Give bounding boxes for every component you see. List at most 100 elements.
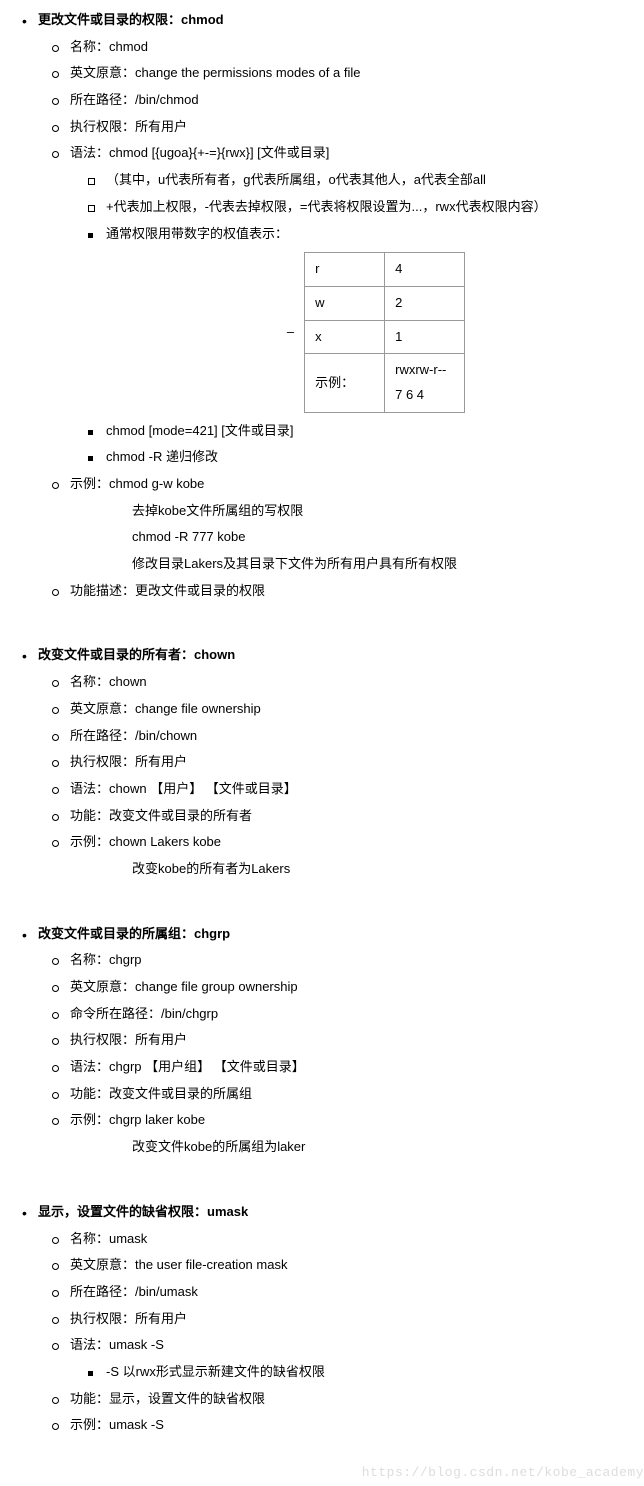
square-list: -S 以rwx形式显示新建文件的缺省权限: [70, 1360, 626, 1385]
detail-item: 所在路径：/bin/umask: [38, 1280, 626, 1305]
detail-item: 示例：chown Lakers kobe改变kobe的所有者为Lakers: [38, 830, 626, 881]
table-cell: 4: [385, 253, 465, 287]
detail-text: 示例：chown Lakers kobe: [70, 834, 221, 849]
title-prefix: 改变文件或目录的所有者：: [38, 647, 194, 662]
detail-text: 英文原意：change file group ownership: [70, 979, 298, 994]
detail-item: 示例：umask -S: [38, 1413, 626, 1438]
square-text: chmod -R 递归修改: [106, 449, 218, 464]
detail-text: 功能：改变文件或目录的所属组: [70, 1086, 252, 1101]
sub-line: 改变文件kobe的所属组为laker: [70, 1135, 626, 1160]
dash-icon: –: [287, 320, 294, 345]
square-item: chmod [mode=421] [文件或目录]: [70, 419, 626, 444]
section-title: 更改文件或目录的权限：chmod: [38, 8, 626, 33]
section: 改变文件或目录的所有者：chown 名称：chown 英文原意：change fil…: [18, 643, 626, 881]
title-command: chgrp: [194, 926, 230, 941]
detail-text: 语法：chmod [{ugoa}{+-=}{rwx}] [文件或目录]: [70, 145, 329, 160]
command-list: 更改文件或目录的权限：chmod 名称：chmod 英文原意：change the …: [18, 8, 626, 1438]
table-cell: r: [305, 253, 385, 287]
table-row: r4: [305, 253, 465, 287]
detail-item: 名称：umask: [38, 1227, 626, 1252]
table-cell: 示例：: [305, 354, 385, 412]
detail-text: 名称：chown: [70, 674, 147, 689]
sub-item: （其中，u代表所有者，g代表所属组，o代表其他人，a代表全部all: [70, 168, 626, 193]
watermark-text: https://blog.csdn.net/kobe_academy: [362, 1461, 644, 1486]
table-cell: 1: [385, 320, 465, 354]
table-cell: x: [305, 320, 385, 354]
detail-item: 命令所在路径：/bin/chgrp: [38, 1002, 626, 1027]
sub-item: +代表加上权限，-代表去掉权限，=代表将权限设置为...，rwx代表权限内容）: [70, 195, 626, 220]
sub-line: 去掉kobe文件所属组的写权限: [70, 499, 626, 524]
detail-item: 所在路径：/bin/chown: [38, 724, 626, 749]
detail-item: 名称：chmod: [38, 35, 626, 60]
table-cell: 2: [385, 286, 465, 320]
detail-item: 功能：显示，设置文件的缺省权限: [38, 1387, 626, 1412]
sub-line: 修改目录Lakers及其目录下文件为所有用户具有所有权限: [70, 552, 626, 577]
detail-text: 语法：chgrp 【用户组】 【文件或目录】: [70, 1059, 305, 1074]
detail-item: 名称：chown: [38, 670, 626, 695]
detail-item: 执行权限：所有用户: [38, 1028, 626, 1053]
detail-text: 示例：chmod g-w kobe: [70, 476, 204, 491]
detail-item: 英文原意：change the permissions modes of a f…: [38, 61, 626, 86]
detail-list: 名称：chown 英文原意：change file ownership 所在路径：/…: [38, 670, 626, 882]
sub-list: （其中，u代表所有者，g代表所属组，o代表其他人，a代表全部all +代表加上权…: [70, 168, 626, 219]
detail-item: 功能：改变文件或目录的所属组: [38, 1082, 626, 1107]
detail-item: 英文原意：the user file-creation mask: [38, 1253, 626, 1278]
detail-item: 示例：chmod g-w kobe去掉kobe文件所属组的写权限 chmod -…: [38, 472, 626, 577]
section-title: 显示，设置文件的缺省权限：umask: [38, 1200, 626, 1225]
section: 改变文件或目录的所属组：chgrp 名称：chgrp 英文原意：change fil…: [18, 922, 626, 1160]
section-title: 改变文件或目录的所有者：chown: [38, 643, 626, 668]
detail-item: 功能：改变文件或目录的所有者: [38, 804, 626, 829]
detail-text: 语法：chown 【用户】 【文件或目录】: [70, 781, 297, 796]
detail-list: 名称：chgrp 英文原意：change file group ownership…: [38, 948, 626, 1160]
detail-text: 名称：chmod: [70, 39, 148, 54]
detail-item: 英文原意：change file group ownership: [38, 975, 626, 1000]
square-item: 通常权限用带数字的权值表示：–r4w2x1示例：rwxrw-r--7 6 4: [70, 222, 626, 413]
detail-text: 功能描述：更改文件或目录的权限: [70, 583, 265, 598]
section-title: 改变文件或目录的所属组：chgrp: [38, 922, 626, 947]
section: 更改文件或目录的权限：chmod 名称：chmod 英文原意：change the …: [18, 8, 626, 603]
detail-text: 执行权限：所有用户: [70, 1032, 187, 1047]
detail-text: 功能：改变文件或目录的所有者: [70, 808, 252, 823]
square-list: 通常权限用带数字的权值表示：–r4w2x1示例：rwxrw-r--7 6 4ch…: [70, 222, 626, 471]
detail-item: 名称：chgrp: [38, 948, 626, 973]
detail-text: 所在路径：/bin/umask: [70, 1284, 198, 1299]
table-row: x1: [305, 320, 465, 354]
detail-text: 所在路径：/bin/chown: [70, 728, 197, 743]
perm-table: r4w2x1示例：rwxrw-r--7 6 4: [304, 252, 465, 412]
detail-item: 英文原意：change file ownership: [38, 697, 626, 722]
detail-list: 名称：chmod 英文原意：change the permissions mode…: [38, 35, 626, 604]
detail-item: 执行权限：所有用户: [38, 1307, 626, 1332]
table-row: 示例：rwxrw-r--7 6 4: [305, 354, 465, 412]
detail-text: 所在路径：/bin/chmod: [70, 92, 199, 107]
detail-item: 示例：chgrp laker kobe 改变文件kobe的所属组为laker: [38, 1108, 626, 1159]
square-text: chmod [mode=421] [文件或目录]: [106, 423, 294, 438]
detail-text: 名称：chgrp: [70, 952, 142, 967]
detail-text: 示例：chgrp laker kobe: [70, 1112, 205, 1127]
detail-item: 语法：chgrp 【用户组】 【文件或目录】: [38, 1055, 626, 1080]
detail-text: 示例：umask -S: [70, 1417, 164, 1432]
square-text: -S 以rwx形式显示新建文件的缺省权限: [106, 1364, 325, 1379]
square-item: -S 以rwx形式显示新建文件的缺省权限: [70, 1360, 626, 1385]
detail-item: 功能描述：更改文件或目录的权限: [38, 579, 626, 604]
detail-list: 名称：umask 英文原意：the user file-creation mask…: [38, 1227, 626, 1439]
table-wrap: –r4w2x1示例：rwxrw-r--7 6 4: [106, 252, 626, 412]
table-row: w2: [305, 286, 465, 320]
detail-text: 执行权限：所有用户: [70, 1311, 187, 1326]
detail-text: 英文原意：the user file-creation mask: [70, 1257, 287, 1272]
detail-text: 执行权限：所有用户: [70, 119, 187, 134]
title-command: umask: [207, 1204, 248, 1219]
table-cell: rwxrw-r--7 6 4: [385, 354, 465, 412]
detail-text: 功能：显示，设置文件的缺省权限: [70, 1391, 265, 1406]
detail-item: 所在路径：/bin/chmod: [38, 88, 626, 113]
detail-text: 名称：umask: [70, 1231, 147, 1246]
title-command: chmod: [181, 12, 224, 27]
title-prefix: 显示，设置文件的缺省权限：: [38, 1204, 207, 1219]
detail-text: 英文原意：change file ownership: [70, 701, 261, 716]
detail-item: 语法：chmod [{ugoa}{+-=}{rwx}] [文件或目录] （其中，u…: [38, 141, 626, 470]
detail-item: 语法：umask -S -S 以rwx形式显示新建文件的缺省权限: [38, 1333, 626, 1384]
detail-text: 语法：umask -S: [70, 1337, 164, 1352]
detail-item: 语法：chown 【用户】 【文件或目录】: [38, 777, 626, 802]
square-text: 通常权限用带数字的权值表示：: [106, 226, 288, 241]
detail-text: 英文原意：change the permissions modes of a f…: [70, 65, 360, 80]
detail-item: 执行权限：所有用户: [38, 115, 626, 140]
